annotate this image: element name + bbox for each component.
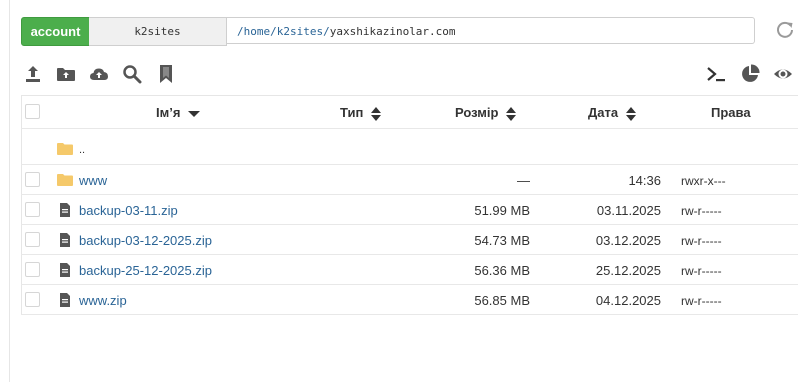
- folder-icon: [57, 174, 73, 186]
- column-name[interactable]: Ім’я: [156, 105, 201, 120]
- file-size: 56.85 MB: [474, 293, 530, 308]
- file-icon: [60, 203, 70, 217]
- new-folder-icon[interactable]: [56, 64, 76, 84]
- sort-down-icon: [188, 110, 201, 117]
- eye-icon[interactable]: [773, 64, 793, 84]
- terminal-icon[interactable]: [706, 64, 726, 84]
- column-size[interactable]: Розмір: [455, 105, 517, 121]
- file-name-link[interactable]: www: [79, 173, 107, 188]
- file-date: 14:36: [628, 173, 661, 188]
- file-icon: [60, 293, 70, 307]
- refresh-icon[interactable]: [775, 20, 795, 40]
- path-bar: account k2sites /home/k2sites/yaxshikazi…: [21, 17, 756, 46]
- row-checkbox[interactable]: [25, 262, 40, 277]
- path-parent-link[interactable]: /home/k2sites/: [237, 25, 330, 38]
- row-checkbox[interactable]: [25, 172, 40, 187]
- account-button[interactable]: account: [21, 17, 90, 46]
- page-left-border: [9, 0, 10, 382]
- table-row[interactable]: www — 14:36 rwxr-x---: [21, 165, 798, 195]
- column-date-label: Дата: [588, 105, 619, 120]
- column-name-label: Ім’я: [156, 105, 181, 120]
- upload-icon[interactable]: [23, 64, 43, 84]
- table-header: Ім’я Тип Розмір Дата Права: [21, 95, 798, 129]
- file-permissions[interactable]: rw-r-----: [681, 234, 722, 248]
- file-icon: [60, 263, 70, 277]
- toolbar: [0, 64, 798, 86]
- file-table: Ім’я Тип Розмір Дата Права .. www — 14:3…: [21, 95, 798, 315]
- select-all-checkbox[interactable]: [25, 104, 40, 119]
- parent-directory-link[interactable]: ..: [79, 144, 85, 156]
- pie-chart-icon[interactable]: [740, 64, 760, 84]
- file-name-link[interactable]: backup-03-11.zip: [79, 203, 178, 218]
- file-date: 03.11.2025: [596, 203, 661, 218]
- sort-icon: [370, 106, 381, 121]
- row-checkbox[interactable]: [25, 232, 40, 247]
- file-size: 54.73 MB: [474, 233, 530, 248]
- parent-directory-row[interactable]: ..: [21, 129, 798, 165]
- column-permissions[interactable]: Права: [711, 105, 751, 120]
- table-row[interactable]: www.zip 56.85 MB 04.12.2025 rw-r-----: [21, 285, 798, 315]
- path-field[interactable]: /home/k2sites/yaxshikazinolar.com: [227, 17, 755, 44]
- file-date: 25.12.2025: [595, 263, 661, 278]
- sort-icon: [506, 106, 517, 121]
- file-size: —: [517, 173, 530, 188]
- file-date: 03.12.2025: [595, 233, 661, 248]
- file-date: 04.12.2025: [595, 293, 661, 308]
- column-date[interactable]: Дата: [588, 105, 636, 121]
- site-selector[interactable]: k2sites: [89, 17, 227, 46]
- bookmark-icon[interactable]: [156, 64, 176, 84]
- table-row[interactable]: backup-25-12-2025.zip 56.36 MB 25.12.202…: [21, 255, 798, 285]
- file-permissions[interactable]: rwxr-x---: [681, 174, 726, 188]
- file-permissions[interactable]: rw-r-----: [681, 204, 722, 218]
- file-name-link[interactable]: backup-03-12-2025.zip: [79, 233, 212, 248]
- file-size: 56.36 MB: [474, 263, 530, 278]
- cloud-upload-icon[interactable]: [89, 64, 109, 84]
- table-row[interactable]: backup-03-11.zip 51.99 MB 03.11.2025 rw-…: [21, 195, 798, 225]
- file-name-link[interactable]: www.zip: [79, 293, 127, 308]
- file-permissions[interactable]: rw-r-----: [681, 264, 722, 278]
- table-row[interactable]: backup-03-12-2025.zip 54.73 MB 03.12.202…: [21, 225, 798, 255]
- column-type-label: Тип: [340, 105, 364, 120]
- column-type[interactable]: Тип: [340, 105, 381, 121]
- file-icon: [60, 233, 70, 247]
- file-size: 51.99 MB: [474, 203, 530, 218]
- search-icon[interactable]: [122, 64, 142, 84]
- file-permissions[interactable]: rw-r-----: [681, 294, 722, 308]
- folder-icon: [57, 143, 73, 155]
- row-checkbox[interactable]: [25, 202, 40, 217]
- column-permissions-label: Права: [711, 105, 751, 120]
- file-name-link[interactable]: backup-25-12-2025.zip: [79, 263, 212, 278]
- column-size-label: Розмір: [455, 105, 499, 120]
- path-current: yaxshikazinolar.com: [329, 25, 456, 38]
- row-checkbox[interactable]: [25, 292, 40, 307]
- sort-icon: [625, 106, 636, 121]
